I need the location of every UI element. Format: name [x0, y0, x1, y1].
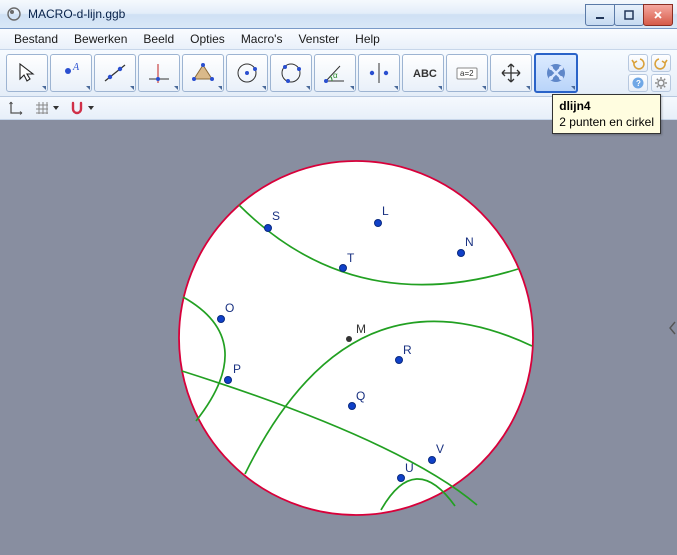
svg-text:α: α	[333, 71, 338, 80]
tool-slider[interactable]: a=2	[446, 54, 488, 92]
menu-help[interactable]: Help	[347, 30, 388, 48]
app-icon	[6, 6, 22, 22]
settings-button[interactable]	[651, 74, 671, 92]
svg-text:U: U	[405, 461, 414, 475]
tool-tooltip: dlijn4 2 punten en cirkel	[552, 94, 661, 134]
tool-angle[interactable]: α	[314, 54, 356, 92]
maximize-button[interactable]	[614, 4, 644, 26]
svg-text:?: ?	[636, 79, 641, 88]
graphics-view[interactable]: S L T N O M P R Q	[0, 120, 677, 555]
svg-text:T: T	[347, 251, 355, 265]
menu-macros[interactable]: Macro's	[233, 30, 291, 48]
main-circle	[179, 161, 533, 515]
menubar: Bestand Bewerken Beeld Opties Macro's Ve…	[0, 29, 677, 50]
tool-line[interactable]	[94, 54, 136, 92]
canvas-svg: S L T N O M P R Q	[0, 120, 677, 555]
menu-edit[interactable]: Bewerken	[66, 30, 135, 48]
toolbar: A α ABC a=2 ?	[0, 50, 677, 97]
svg-text:O: O	[225, 301, 234, 315]
grid-toggle[interactable]	[34, 100, 59, 116]
tool-circle-center[interactable]	[226, 54, 268, 92]
undo-button[interactable]	[628, 54, 648, 72]
close-button[interactable]	[643, 4, 673, 26]
menu-file[interactable]: Bestand	[6, 30, 66, 48]
svg-text:A: A	[72, 62, 80, 73]
tool-polygon[interactable]	[182, 54, 224, 92]
axes-toggle[interactable]	[8, 100, 24, 116]
tooltip-title: dlijn4	[559, 99, 590, 113]
help-button[interactable]: ?	[628, 74, 648, 92]
svg-text:Q: Q	[356, 389, 365, 403]
svg-text:V: V	[436, 442, 444, 456]
titlebar: MACRO-d-lijn.ggb	[0, 0, 677, 29]
svg-text:R: R	[403, 343, 412, 357]
tool-reflect[interactable]	[358, 54, 400, 92]
redo-button[interactable]	[651, 54, 671, 72]
tool-move-view[interactable]	[490, 54, 532, 92]
minimize-button[interactable]	[585, 4, 615, 26]
app-window: MACRO-d-lijn.ggb Bestand Bewerken Beeld …	[0, 0, 677, 555]
tool-text[interactable]: ABC	[402, 54, 444, 92]
toolbar-right: ?	[628, 54, 671, 92]
svg-text:P: P	[233, 362, 241, 376]
menu-options[interactable]: Opties	[182, 30, 233, 48]
menu-window[interactable]: Venster	[290, 30, 347, 48]
svg-text:a=2: a=2	[460, 69, 474, 78]
svg-text:L: L	[382, 204, 389, 218]
tool-circle-3points[interactable]	[270, 54, 312, 92]
tooltip-desc: 2 punten en cirkel	[559, 115, 654, 129]
tool-custom-dlijn4[interactable]	[534, 53, 578, 93]
menu-view[interactable]: Beeld	[135, 30, 182, 48]
window-title: MACRO-d-lijn.ggb	[28, 7, 586, 21]
svg-text:ABC: ABC	[413, 68, 437, 80]
tool-perpendicular[interactable]	[138, 54, 180, 92]
tool-move[interactable]	[6, 54, 48, 92]
snap-toggle[interactable]	[69, 100, 94, 116]
svg-text:N: N	[465, 235, 474, 249]
window-buttons	[586, 4, 673, 24]
svg-text:S: S	[272, 209, 280, 223]
expand-handle[interactable]	[668, 320, 677, 336]
svg-text:M: M	[356, 322, 366, 336]
tool-point[interactable]: A	[50, 54, 92, 92]
